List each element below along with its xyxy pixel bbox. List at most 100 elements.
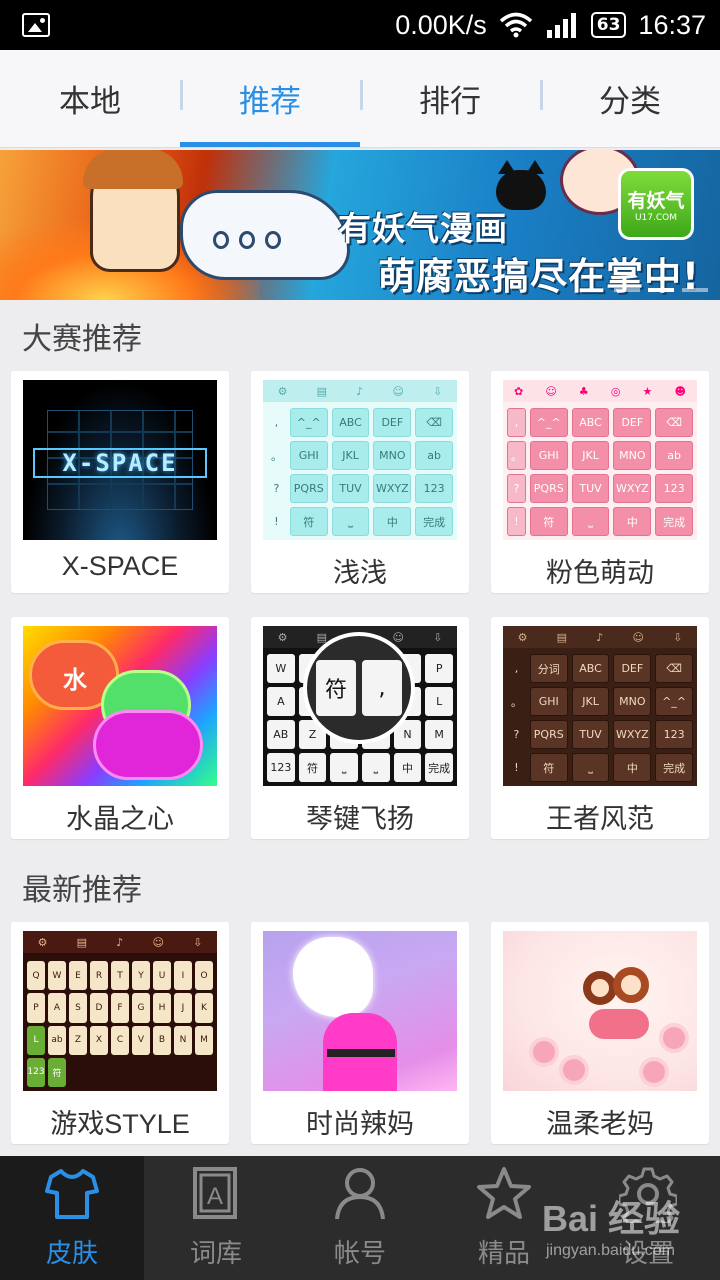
- thumbnail-heart-text: 水: [63, 666, 87, 694]
- skin-card-piano[interactable]: ⚙▤♪☺⇩ WEIP ASKL ABZNM 123符⎵⎵中完成 符 , 琴键飞扬: [251, 617, 469, 839]
- thumbnail-key: Q: [27, 961, 45, 991]
- thumbnail-key: D: [90, 993, 108, 1023]
- thumbnail-key: Y: [132, 961, 150, 991]
- thumbnail-key: ab: [48, 1025, 66, 1055]
- thumbnail-logo-text: X-SPACE: [33, 448, 207, 478]
- skin-name: 王者风范: [546, 804, 654, 834]
- skin-thumbnail: ⚙ ▤ ♪ ☺ ⇩ , 分词 ABC DEF ⌫ 。 GHI JKL MNO ^_^ ? PQRS TUV W…: [503, 626, 697, 786]
- thumbnail-key: N: [174, 1025, 192, 1055]
- clock: 16:37: [638, 9, 706, 40]
- star-icon: [477, 1167, 531, 1219]
- thumbnail-key: X: [90, 1025, 108, 1055]
- thumbnail-key: J: [174, 993, 192, 1023]
- banner-page-indicator: [614, 288, 708, 292]
- thumbnail-magnifier: 符 ,: [303, 632, 415, 744]
- skin-card-x-space[interactable]: X-SPACE X-SPACE: [11, 371, 229, 593]
- thumbnail-key: I: [174, 961, 192, 991]
- thumbnail-key: T: [111, 961, 129, 991]
- battery-icon: 63: [590, 12, 627, 38]
- nav-skin-label: 皮肤: [45, 1239, 98, 1269]
- nav-skin[interactable]: 皮肤: [0, 1156, 144, 1280]
- banner-plane-graphic: [180, 190, 350, 280]
- thumbnail-key: R: [90, 961, 108, 991]
- bottom-nav: 皮肤 A 词库 帐号 精品 设置 Bai 经验 jingyan.baidu.co…: [0, 1156, 720, 1280]
- thumbnail-key: U: [153, 961, 171, 991]
- thumbnail-key: H: [153, 993, 171, 1023]
- skin-thumbnail: [503, 931, 697, 1091]
- signal-icon: [546, 13, 576, 38]
- section-title-latest: 最新推荐: [22, 873, 142, 908]
- skin-name: X-SPACE: [61, 551, 179, 581]
- network-speed: 0.00K/s: [395, 9, 487, 40]
- skin-thumbnail: [263, 931, 457, 1091]
- skin-name: 游戏STYLE: [50, 1109, 190, 1139]
- promo-banner[interactable]: 有妖气漫画 萌腐恶搞尽在掌中! 有妖气 U17.COM: [0, 150, 720, 300]
- skin-card-fashion-mom[interactable]: 时尚辣妈: [251, 922, 469, 1144]
- skin-thumbnail: ⚙▤♪☺⇩ WEIP ASKL ABZNM 123符⎵⎵中完成 符 ,: [263, 626, 457, 786]
- skin-name: 水晶之心: [66, 804, 174, 834]
- image-notification-icon: [22, 13, 50, 37]
- banner-character-boy: [83, 150, 183, 272]
- dictionary-icon: A: [193, 1167, 237, 1219]
- skin-name: 温柔老妈: [546, 1109, 654, 1139]
- tab-recommend[interactable]: 推荐: [180, 50, 360, 147]
- thumbnail-key: E: [69, 961, 87, 991]
- thumbnail-key: Z: [69, 1025, 87, 1055]
- wifi-icon: [499, 12, 532, 38]
- thumbnail-key: K: [195, 993, 213, 1023]
- skin-card-crystal-heart[interactable]: 水 水晶之心: [11, 617, 229, 839]
- thumbnail-key: 123: [27, 1057, 45, 1087]
- user-icon: [335, 1168, 385, 1220]
- nav-dictionary-label: 词库: [189, 1239, 242, 1269]
- svg-text:A: A: [207, 1183, 223, 1210]
- skin-name: 浅浅: [333, 558, 387, 588]
- nav-account-label: 帐号: [333, 1239, 386, 1269]
- skin-thumbnail: ✿ ☺ ♣ ◎ ★ ☻ , ^_^ ABC DEF ⌫ 。 GHI JKL MNO ab ? PQRS TUV…: [503, 380, 697, 540]
- skin-card-game-style[interactable]: ⚙ ▤ ♪ ☺ ⇩ Q W E R T Y U I O P A S D F G H J K Lab Z X C V B N M 123 符 游…: [11, 922, 229, 1144]
- banner-dot: [614, 288, 640, 292]
- baidu-jingyan-watermark: Bai 经验 jingyan.baidu.com: [542, 1190, 680, 1260]
- thumbnail-key: O: [195, 961, 213, 991]
- top-tab-bar: 本地 推荐 排行 分类: [0, 50, 720, 148]
- tab-ranking[interactable]: 排行: [360, 50, 540, 147]
- tab-local[interactable]: 本地: [0, 50, 180, 147]
- skin-card-qianqian[interactable]: ⚙ ▤ ♪ ☺ ⇩ , ^_^ ABC DEF ⌫ 。 GHI JKL MNO ab ? PQRS TUV W…: [251, 371, 469, 593]
- thumbnail-key: M: [195, 1025, 213, 1055]
- banner-dot: [682, 288, 708, 292]
- banner-dot-active: [648, 288, 674, 292]
- skin-card-king[interactable]: ⚙ ▤ ♪ ☺ ⇩ , 分词 ABC DEF ⌫ 。 GHI JKL MNO ^_^ ? PQRS TUV W…: [491, 617, 709, 839]
- banner-title: 有妖气漫画: [338, 209, 508, 248]
- skin-name: 琴键飞扬: [306, 804, 414, 834]
- nav-account[interactable]: 帐号: [288, 1156, 432, 1280]
- thumbnail-key: V: [132, 1025, 150, 1055]
- thumbnail-key: S: [69, 993, 87, 1023]
- status-bar: 0.00K/s 63 16:37: [0, 0, 720, 50]
- thumbnail-key: L: [27, 1025, 45, 1055]
- thumbnail-key: F: [111, 993, 129, 1023]
- skin-card-pink[interactable]: ✿ ☺ ♣ ◎ ★ ☻ , ^_^ ABC DEF ⌫ 。 GHI JKL MNO ab ? PQRS TUV…: [491, 371, 709, 593]
- banner-logo-badge: 有妖气 U17.COM: [618, 168, 694, 240]
- thumbnail-key: G: [132, 993, 150, 1023]
- thumbnail-key: 符: [48, 1057, 66, 1087]
- thumbnail-key: P: [27, 993, 45, 1023]
- thumbnail-key: W: [48, 961, 66, 991]
- skin-thumbnail: ⚙ ▤ ♪ ☺ ⇩ , ^_^ ABC DEF ⌫ 。 GHI JKL MNO ab ? PQRS TUV W…: [263, 380, 457, 540]
- tab-category[interactable]: 分类: [540, 50, 720, 147]
- nav-dictionary[interactable]: A 词库: [144, 1156, 288, 1280]
- skin-name: 粉色萌动: [546, 558, 654, 588]
- shirt-icon: [45, 1169, 99, 1219]
- skin-thumbnail: X-SPACE: [23, 380, 217, 540]
- skin-thumbnail: 水: [23, 626, 217, 786]
- thumbnail-key: B: [153, 1025, 171, 1055]
- thumbnail-key: C: [111, 1025, 129, 1055]
- section-title-contest: 大赛推荐: [22, 322, 142, 357]
- watermark-main: Bai 经验: [541, 1198, 680, 1239]
- skin-card-gentle-mom[interactable]: 温柔老妈: [491, 922, 709, 1144]
- watermark-sub: jingyan.baidu.com: [545, 1242, 675, 1259]
- banner-logo-sub: U17.COM: [634, 212, 678, 223]
- banner-logo-text: 有妖气: [627, 189, 685, 212]
- thumbnail-key: A: [48, 993, 66, 1023]
- skin-thumbnail: ⚙ ▤ ♪ ☺ ⇩ Q W E R T Y U I O P A S D F G H J K Lab Z X C V B N M 123 符: [23, 931, 217, 1091]
- nav-featured-label: 精品: [477, 1239, 530, 1269]
- skin-name: 时尚辣妈: [306, 1109, 414, 1139]
